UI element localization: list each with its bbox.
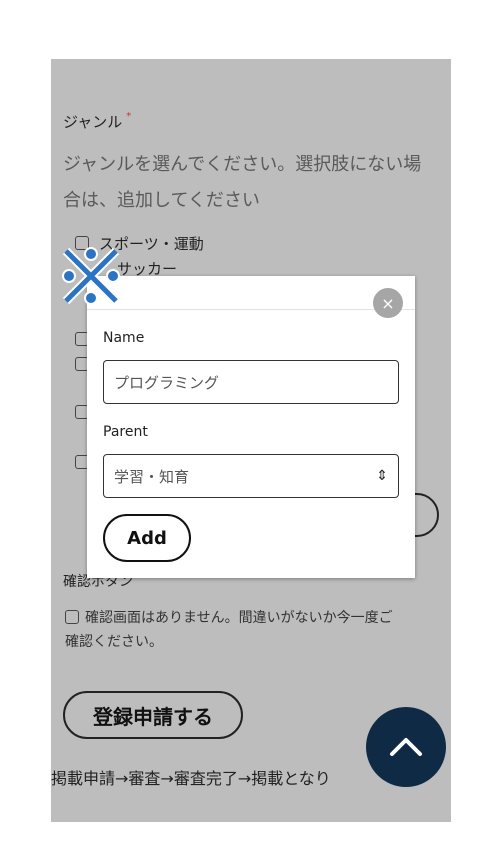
add-genre-modal: × Name プログラミング Parent 学習・知育 ⇕ Add bbox=[87, 276, 415, 578]
select-arrows-icon: ⇕ bbox=[376, 468, 388, 484]
required-mark: * bbox=[126, 111, 132, 122]
confirm-checkbox[interactable] bbox=[65, 610, 79, 624]
name-input-value: プログラミング bbox=[114, 373, 220, 392]
cross-logo-icon bbox=[62, 247, 120, 305]
genre-help-text: ジャンルを選んでください。選択肢にない場 合は、追加してください bbox=[63, 154, 422, 211]
parent-select[interactable]: 学習・知育 ⇕ bbox=[103, 454, 399, 498]
close-icon: × bbox=[381, 293, 395, 313]
modal-divider bbox=[87, 309, 415, 310]
confirm-text-continued: 確認ください。 bbox=[65, 634, 163, 650]
flow-text: 掲載申請→審査→審査完了→掲載となり bbox=[51, 769, 331, 788]
genre-label: ジャンル * bbox=[63, 111, 132, 131]
close-button[interactable]: × bbox=[373, 288, 403, 318]
add-button[interactable]: Add bbox=[103, 514, 191, 562]
name-label: Name bbox=[103, 330, 145, 346]
confirm-text: 確認画面はありません。間違いがないか今一度ご bbox=[85, 610, 393, 626]
parent-label: Parent bbox=[103, 424, 148, 440]
submit-button[interactable]: 登録申請する bbox=[63, 691, 243, 739]
chevron-up-icon bbox=[390, 738, 422, 756]
scroll-top-button[interactable] bbox=[366, 707, 446, 787]
parent-select-value: 学習・知育 bbox=[114, 467, 190, 486]
name-input[interactable]: プログラミング bbox=[103, 360, 399, 404]
